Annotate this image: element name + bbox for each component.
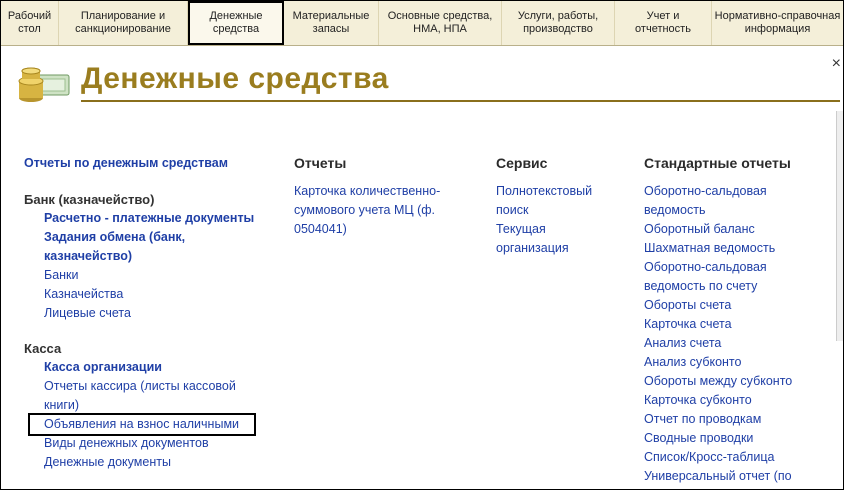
reports-column: Отчеты Карточка количественно-суммового … — [294, 154, 464, 239]
close-icon[interactable]: × — [832, 55, 841, 73]
list-cross-table-link[interactable]: Список/Кросс-таблица — [644, 448, 824, 467]
account-trial-balance-link[interactable]: Оборотно-сальдовая ведомость по счету — [644, 258, 824, 296]
cash-reports-link[interactable]: Отчеты по денежным средствам — [24, 154, 264, 173]
exchange-tasks-link[interactable]: Задания обмена (банк, казначейство) — [24, 228, 264, 266]
postings-report-link[interactable]: Отчет по проводкам — [644, 410, 824, 429]
title-underline — [81, 100, 840, 102]
cash-desk-link[interactable]: Касса организации — [24, 358, 264, 377]
app-window: Рабочий стол Планирование и санкциониров… — [0, 0, 844, 490]
bank-group-header: Банк (казначейство) — [24, 192, 155, 207]
tab-reference-info[interactable]: Нормативно-справочная информация — [712, 1, 843, 45]
cashier-reports-link[interactable]: Отчеты кассира (листы кассовой книги) — [24, 377, 264, 415]
account-turnover-link[interactable]: Обороты счета — [644, 296, 824, 315]
section-tabs-bar: Рабочий стол Планирование и санкциониров… — [1, 1, 843, 46]
coins-money-icon — [17, 61, 73, 105]
banks-link[interactable]: Банки — [24, 266, 264, 285]
tab-materials[interactable]: Материальные запасы — [284, 1, 379, 45]
trial-balance-link[interactable]: Оборотно-сальдовая ведомость — [644, 182, 824, 220]
payment-documents-link[interactable]: Расчетно - платежные документы — [24, 209, 264, 228]
tab-services[interactable]: Услуги, работы, производство — [502, 1, 615, 45]
service-column: Сервис Полнотекстовый поиск Текущая орга… — [496, 154, 616, 258]
subconto-card-link[interactable]: Карточка субконто — [644, 391, 824, 410]
treasuries-link[interactable]: Казначейства — [24, 285, 264, 304]
cash-group-header: Касса — [24, 341, 62, 356]
standard-reports-column: Стандартные отчеты Оборотно-сальдовая ве… — [644, 154, 824, 486]
tab-planning[interactable]: Планирование и санкционирование — [59, 1, 188, 45]
navigation-column: Отчеты по денежным средствам Банк (казна… — [24, 154, 264, 472]
fulltext-search-link[interactable]: Полнотекстовый поиск — [496, 182, 616, 220]
scrollbar[interactable] — [836, 111, 843, 341]
tab-desktop[interactable]: Рабочий стол — [1, 1, 59, 45]
tab-fixed-assets[interactable]: Основные средства, НМА, НПА — [379, 1, 502, 45]
summary-postings-link[interactable]: Сводные проводки — [644, 429, 824, 448]
universal-report-link[interactable]: Универсальный отчет (по — [644, 467, 824, 486]
cash-deposit-announcements-link[interactable]: Объявления на взнос наличными — [28, 413, 256, 436]
tab-cash-funds[interactable]: Денежные средства — [188, 1, 284, 45]
money-document-types-link[interactable]: Виды денежных документов — [24, 434, 264, 453]
reports-header: Отчеты — [294, 155, 347, 171]
turnover-balance-link[interactable]: Оборотный баланс — [644, 220, 824, 239]
current-organization-link[interactable]: Текущая организация — [496, 220, 616, 258]
account-analysis-link[interactable]: Анализ счета — [644, 334, 824, 353]
tab-accounting[interactable]: Учет и отчетность — [615, 1, 712, 45]
chess-sheet-link[interactable]: Шахматная ведомость — [644, 239, 824, 258]
subconto-turnover-link[interactable]: Обороты между субконто — [644, 372, 824, 391]
quantity-sum-card-link[interactable]: Карточка количественно-суммового учета М… — [294, 182, 464, 239]
standard-reports-header: Стандартные отчеты — [644, 155, 791, 171]
service-header: Сервис — [496, 155, 548, 171]
account-card-link[interactable]: Карточка счета — [644, 315, 824, 334]
subconto-analysis-link[interactable]: Анализ субконто — [644, 353, 824, 372]
money-documents-link[interactable]: Денежные документы — [24, 453, 264, 472]
personal-accounts-link[interactable]: Лицевые счета — [24, 304, 264, 323]
page-title: Денежные средства — [81, 62, 389, 95]
